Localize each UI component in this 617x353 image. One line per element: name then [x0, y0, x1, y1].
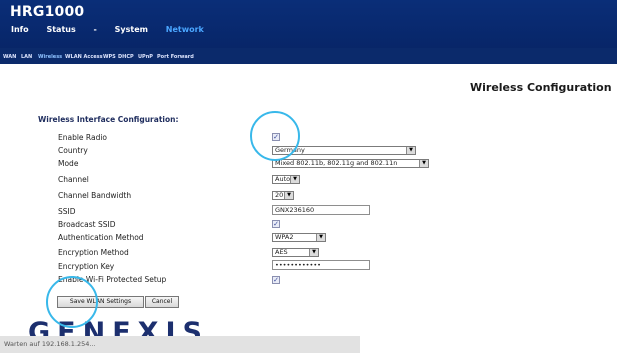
channel-label: Channel	[58, 175, 89, 184]
cancel-button[interactable]: Cancel	[145, 296, 179, 308]
subnav-wan[interactable]: WAN	[3, 54, 16, 60]
chevron-down-icon: ▼	[406, 147, 415, 154]
main-nav: Info Status - System Network	[11, 25, 219, 34]
enc-key-input[interactable]: ••••••••••••	[272, 260, 370, 270]
chevron-down-icon: ▼	[309, 249, 318, 256]
enc-key-label: Encryption Key	[58, 262, 115, 271]
mode-label: Mode	[58, 159, 79, 168]
wps-checkbox[interactable]: ✓	[272, 276, 280, 284]
auth-method-value: WPA2	[275, 233, 294, 241]
page-title: Wireless Configuration	[470, 81, 612, 94]
channel-bandwidth-select[interactable]: 20 ▼	[272, 191, 294, 200]
subnav-wlan-access[interactable]: WLAN Access	[65, 54, 103, 60]
subnav-dhcp[interactable]: DHCP	[118, 54, 134, 60]
channel-value: Auto	[275, 175, 291, 183]
chevron-down-icon: ▼	[284, 192, 293, 199]
router-header: HRG1000 Info Status - System Network WAN…	[0, 0, 617, 64]
enc-method-value: AES	[275, 248, 288, 256]
channel-bandwidth-value: 20	[275, 191, 284, 199]
mode-value: Mixed 802.11b, 802.11g and 802.11n	[275, 159, 398, 167]
auth-method-label: Authentication Method	[58, 233, 144, 242]
nav-info[interactable]: Info	[11, 25, 29, 34]
mode-select[interactable]: Mixed 802.11b, 802.11g and 802.11n ▼	[272, 159, 429, 168]
chevron-down-icon: ▼	[316, 234, 325, 241]
enc-method-label: Encryption Method	[58, 248, 129, 257]
subnav-wireless[interactable]: Wireless	[38, 54, 62, 60]
chevron-down-icon: ▼	[290, 176, 299, 183]
nav-system[interactable]: System	[115, 25, 148, 34]
highlight-circle	[250, 111, 300, 161]
enc-method-select[interactable]: AES ▼	[272, 248, 319, 257]
nav-network[interactable]: Network	[166, 25, 204, 34]
subnav-wps[interactable]: WPS	[103, 54, 116, 60]
browser-status-bar: Warten auf 192.168.1.254...	[0, 336, 360, 353]
country-label: Country	[58, 146, 88, 155]
nav-status[interactable]: Status	[46, 25, 75, 34]
ssid-input[interactable]: GNX236160	[272, 205, 370, 215]
sub-nav: WAN LAN Wireless WLAN Access WPS DHCP UP…	[0, 48, 617, 64]
nav-separator: -	[93, 25, 97, 34]
enable-radio-label: Enable Radio	[58, 133, 108, 142]
highlight-circle	[46, 276, 98, 328]
channel-bandwidth-label: Channel Bandwidth	[58, 191, 132, 200]
subnav-port-forward[interactable]: Port Forward	[157, 54, 194, 60]
subnav-upnp[interactable]: UPnP	[138, 54, 153, 60]
broadcast-ssid-label: Broadcast SSID	[58, 220, 116, 229]
channel-select[interactable]: Auto ▼	[272, 175, 300, 184]
model-name: HRG1000	[10, 4, 85, 20]
broadcast-ssid-checkbox[interactable]: ✓	[272, 220, 280, 228]
auth-method-select[interactable]: WPA2 ▼	[272, 233, 326, 242]
chevron-down-icon: ▼	[419, 160, 428, 167]
ssid-label: SSID	[58, 207, 76, 216]
subnav-lan[interactable]: LAN	[21, 54, 32, 60]
section-title: Wireless Interface Configuration:	[38, 115, 179, 124]
